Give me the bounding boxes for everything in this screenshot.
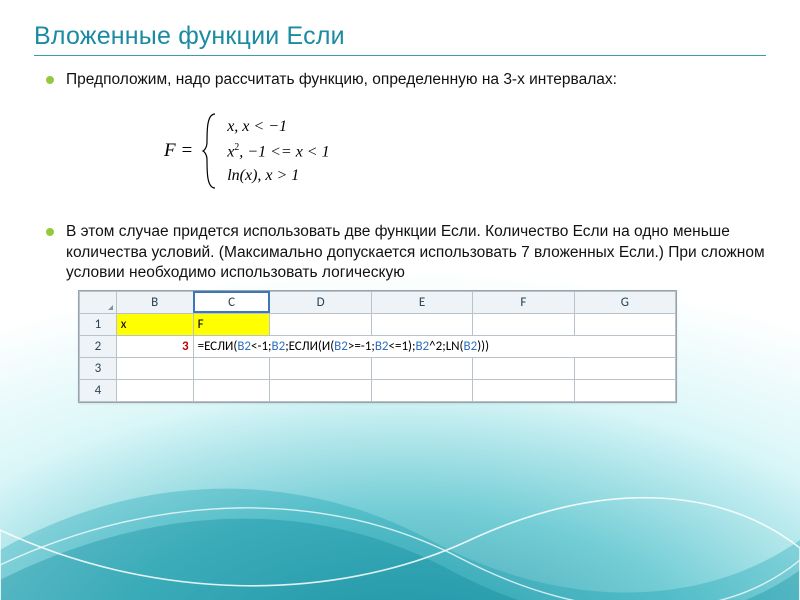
cell-c2-formula[interactable]: =ЕСЛИ(B2<-1;B2;ЕСЛИ(И(B2>=-1;B2<=1);B2^2… <box>193 335 675 357</box>
slide-content: Вложенные функции Если Предположим, надо… <box>0 0 800 600</box>
col-header-f[interactable]: F <box>473 291 574 313</box>
cell-e1[interactable] <box>371 313 472 335</box>
bullet-list-2: В этом случае придется использовать две … <box>34 222 766 283</box>
cell-f3[interactable] <box>473 357 574 379</box>
col-header-d[interactable]: D <box>270 291 371 313</box>
cell-d1[interactable] <box>270 313 371 335</box>
col-header-g[interactable]: G <box>574 291 675 313</box>
title-underline <box>34 55 766 56</box>
row-2: 2 3 =ЕСЛИ(B2<-1;B2;ЕСЛИ(И(B2>=-1;B2<=1);… <box>80 335 676 357</box>
bullet-2: В этом случае придется использовать две … <box>46 222 766 283</box>
cell-g1[interactable] <box>574 313 675 335</box>
col-header-b[interactable]: B <box>116 291 193 313</box>
bullet-1: Предположим, надо рассчитать функцию, оп… <box>46 70 766 90</box>
slide-title: Вложенные функции Если <box>34 22 766 51</box>
cell-c3[interactable] <box>193 357 270 379</box>
cell-c1[interactable]: F <box>193 313 270 335</box>
bullet-list: Предположим, надо рассчитать функцию, оп… <box>34 70 766 90</box>
spreadsheet-fragment: B C D E F G 1 x F 2 3 =ЕСЛИ(B2<-1;B2; <box>78 290 677 403</box>
cell-g3[interactable] <box>574 357 675 379</box>
case-1: x, x < −1 <box>227 118 329 136</box>
formula-lhs: F = <box>164 140 193 162</box>
formula-cases: x, x < −1 x2, −1 <= x < 1 ln(x), x > 1 <box>227 118 329 185</box>
cell-e4[interactable] <box>371 379 472 401</box>
cell-f4[interactable] <box>473 379 574 401</box>
row-header-2[interactable]: 2 <box>80 335 117 357</box>
row-1: 1 x F <box>80 313 676 335</box>
header-row: B C D E F G <box>80 291 676 313</box>
row-header-3[interactable]: 3 <box>80 357 117 379</box>
row-header-4[interactable]: 4 <box>80 379 117 401</box>
col-header-e[interactable]: E <box>371 291 472 313</box>
cell-f1[interactable] <box>473 313 574 335</box>
case-3: ln(x), x > 1 <box>227 167 329 185</box>
cell-d4[interactable] <box>270 379 371 401</box>
col-header-c[interactable]: C <box>193 291 270 313</box>
case-2: x2, −1 <= x < 1 <box>227 142 329 161</box>
row-header-1[interactable]: 1 <box>80 313 117 335</box>
cell-b2[interactable]: 3 <box>116 335 193 357</box>
row-3: 3 <box>80 357 676 379</box>
cell-e3[interactable] <box>371 357 472 379</box>
piecewise-formula: F = x, x < −1 x2, −1 <= x < 1 ln(x), x >… <box>154 102 356 200</box>
select-all-corner[interactable] <box>80 291 117 313</box>
left-brace-icon <box>201 112 219 190</box>
cell-d3[interactable] <box>270 357 371 379</box>
cell-b3[interactable] <box>116 357 193 379</box>
cell-b1[interactable]: x <box>116 313 193 335</box>
cell-g4[interactable] <box>574 379 675 401</box>
cell-b4[interactable] <box>116 379 193 401</box>
row-4: 4 <box>80 379 676 401</box>
cell-c4[interactable] <box>193 379 270 401</box>
